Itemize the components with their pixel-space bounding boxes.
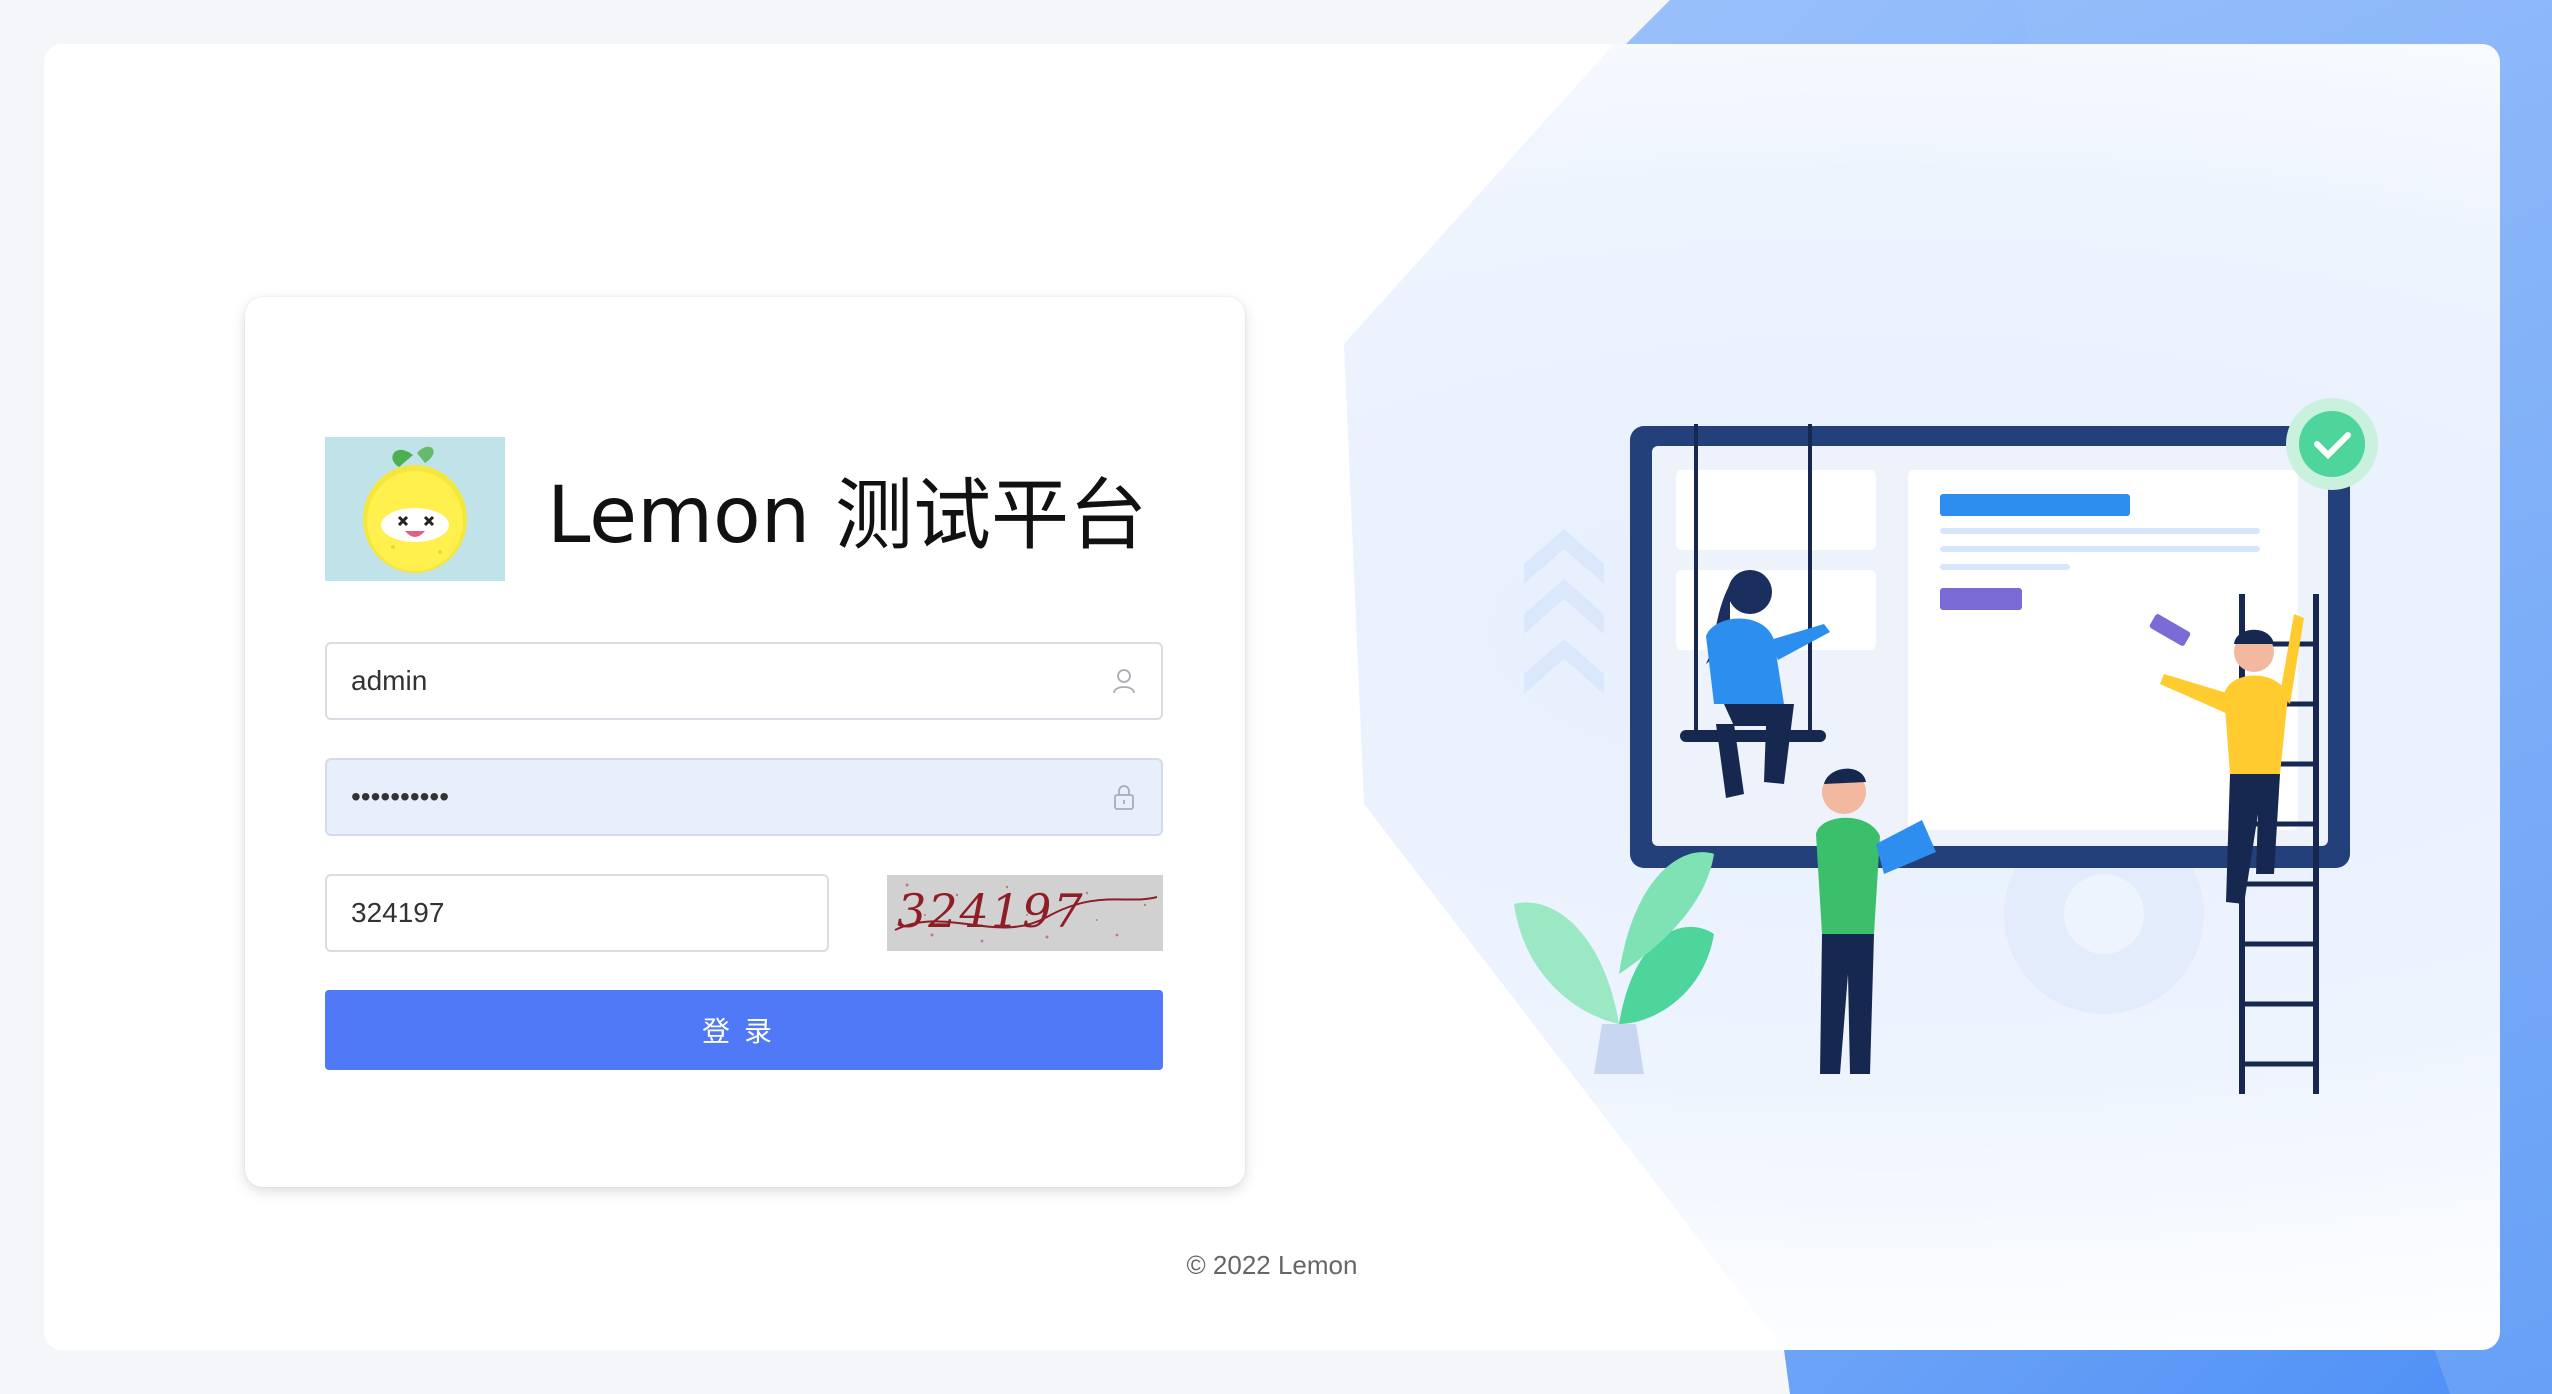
captcha-image-text: 324197 [897, 884, 1085, 938]
password-field[interactable] [325, 758, 1163, 836]
lemon-logo [325, 437, 505, 581]
user-icon [1109, 666, 1139, 696]
main-panel: Lemon 测试平台 admin •••••••••• 324197 32419… [44, 44, 2500, 1350]
captcha-input[interactable] [349, 896, 805, 930]
password-input[interactable] [349, 780, 1109, 814]
hero-illustration [1444, 374, 2404, 1134]
lock-icon [1109, 782, 1139, 812]
brand-header: Lemon 测试平台 [325, 437, 1147, 581]
username-field[interactable] [325, 642, 1163, 720]
username-input[interactable] [349, 664, 1109, 698]
login-card: Lemon 测试平台 admin •••••••••• 324197 32419… [245, 297, 1245, 1187]
login-button[interactable]: 登录 [325, 990, 1163, 1070]
app-title: Lemon 测试平台 [547, 471, 1148, 561]
copyright-footer: © 2022 Lemon [1186, 1250, 1358, 1280]
captcha-field[interactable] [325, 874, 829, 952]
captcha-image[interactable]: 324197 [887, 875, 1163, 951]
